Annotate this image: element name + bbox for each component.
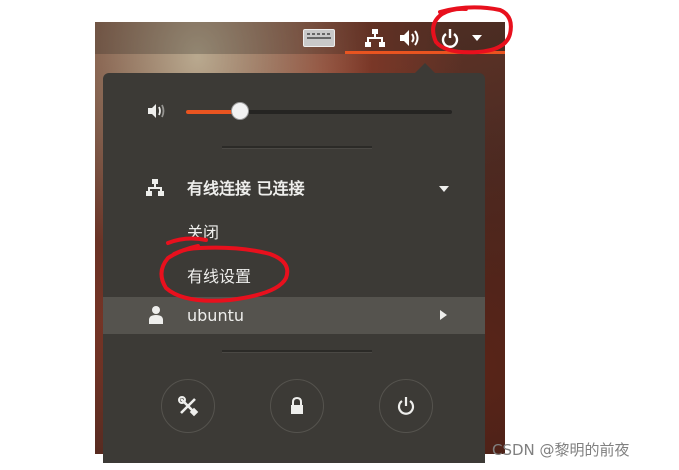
chevron-right-icon[interactable] (438, 309, 448, 321)
separator (222, 146, 372, 149)
network-status-label[interactable]: 有线连接 已连接 (187, 179, 305, 199)
settings-button[interactable] (161, 379, 215, 433)
user-icon (149, 306, 163, 324)
lock-button[interactable] (270, 379, 324, 433)
wired-settings-item[interactable]: 有线设置 (187, 267, 251, 287)
speaker-icon (148, 104, 165, 118)
settings-icon (178, 396, 199, 417)
watermark: CSDN @黎明的前夜 (492, 441, 630, 459)
lock-icon (291, 396, 303, 414)
user-name-label: ubuntu (187, 306, 244, 325)
chevron-down-icon[interactable] (470, 31, 484, 45)
wired-network-icon (146, 179, 164, 196)
network-turn-off-item[interactable]: 关闭 (187, 223, 219, 243)
power-button[interactable] (379, 379, 433, 433)
volume-icon[interactable] (398, 27, 422, 49)
keyboard-icon[interactable] (303, 29, 335, 47)
chevron-down-icon[interactable] (437, 183, 451, 195)
active-indicator (345, 51, 505, 54)
network-icon[interactable] (364, 27, 386, 49)
separator (222, 350, 372, 353)
power-icon[interactable] (440, 27, 460, 49)
volume-slider[interactable] (186, 110, 452, 114)
power-icon (397, 397, 415, 415)
